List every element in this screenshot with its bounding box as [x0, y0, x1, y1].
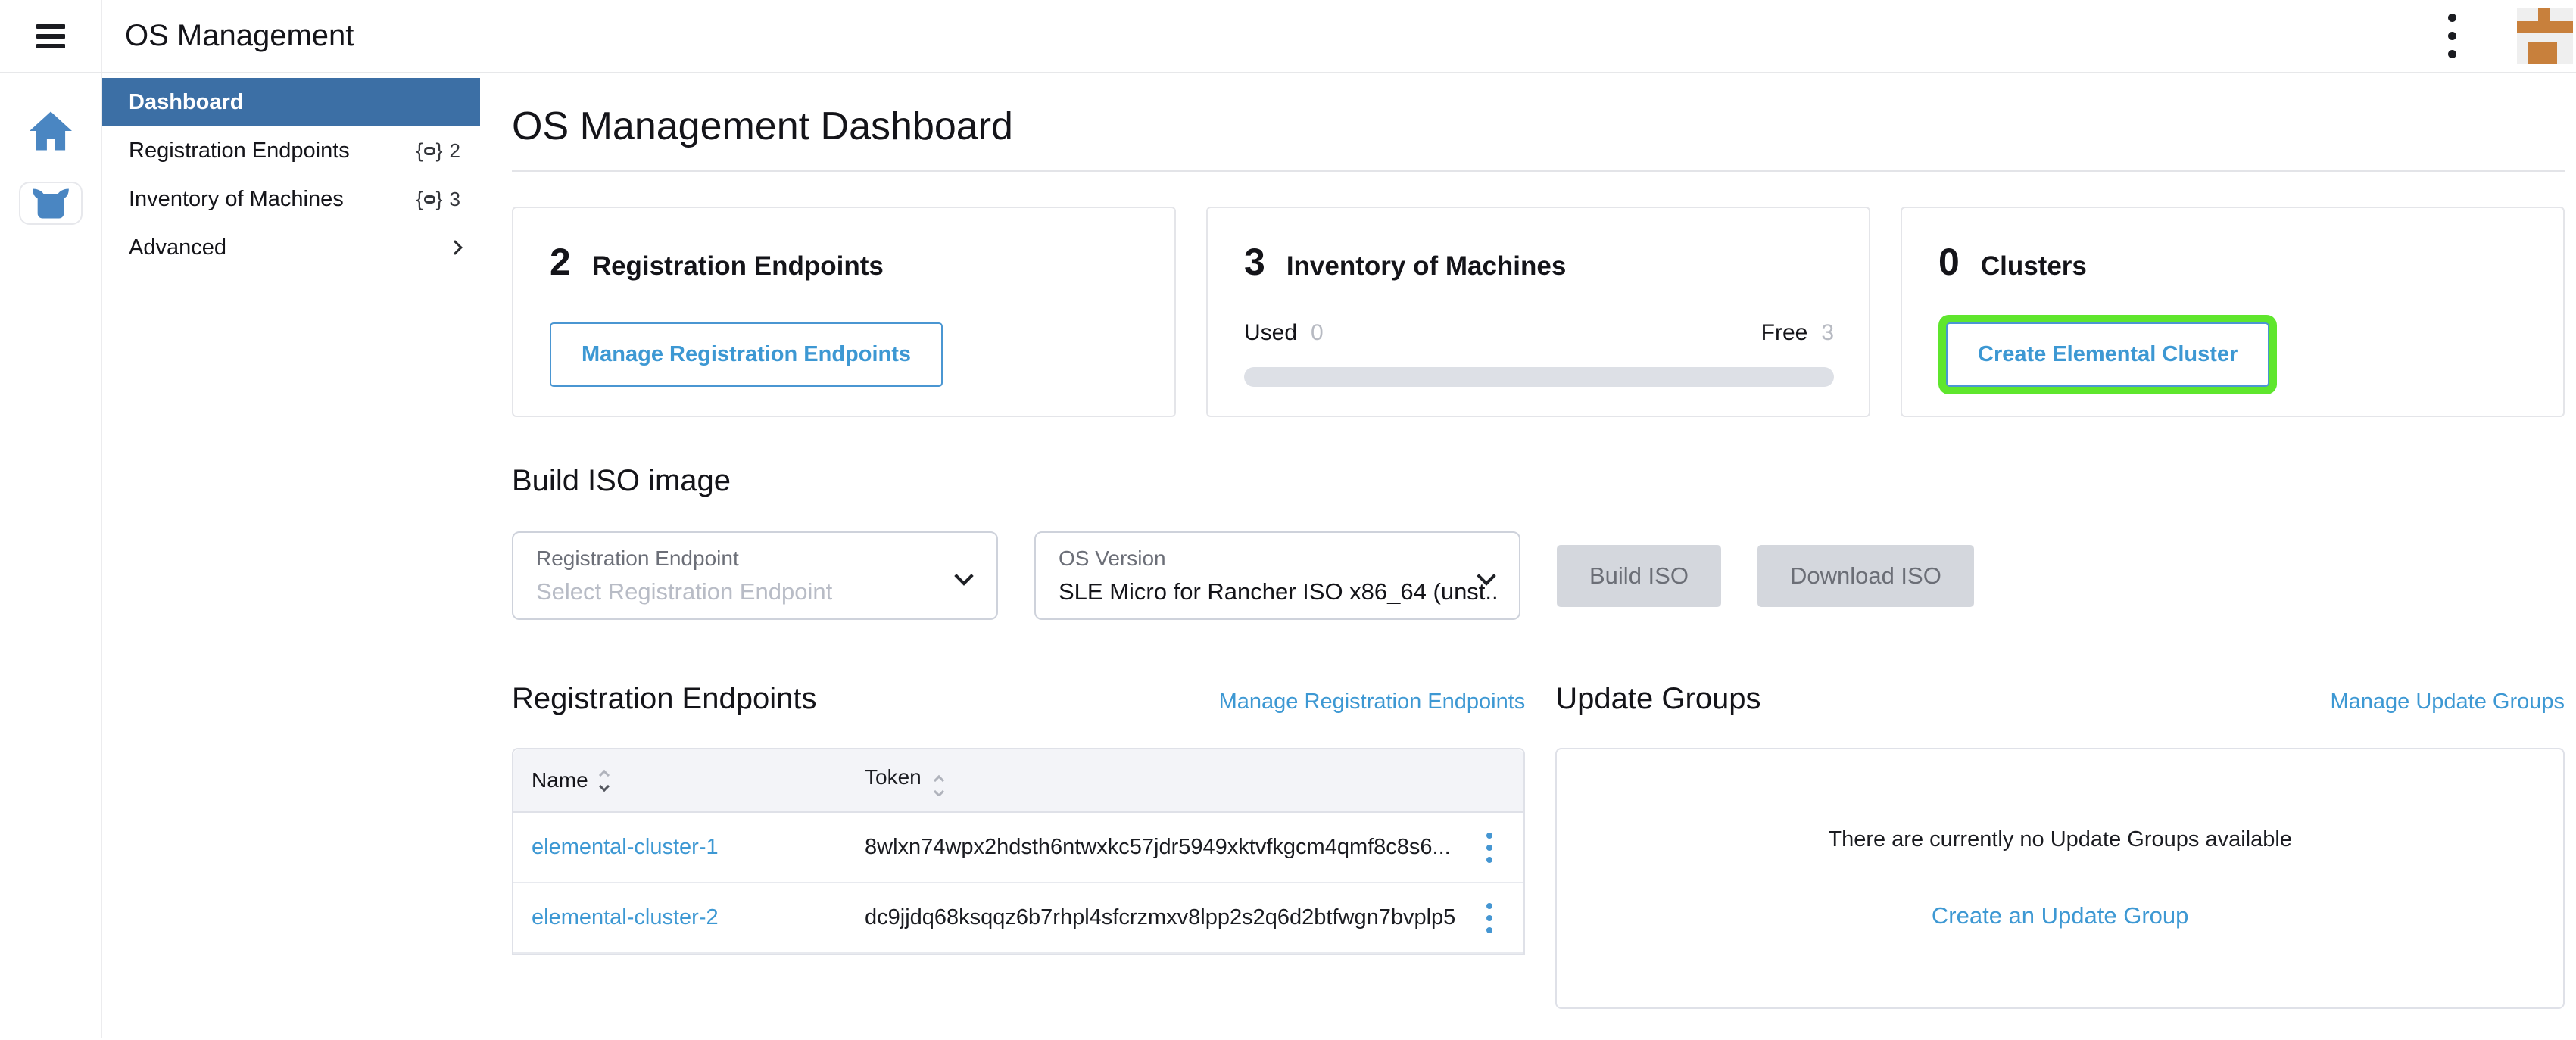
hamburger-menu-icon: [36, 24, 65, 48]
icon-rail: [0, 73, 102, 1038]
endpoint-token: dc9jjdq68ksqqz6b7rhpl4sfcrzmxv8lpp2s2q6d…: [865, 905, 1455, 930]
download-iso-button[interactable]: Download ISO: [1757, 545, 1974, 607]
usage-progress-bar: [1244, 367, 1834, 387]
select-placeholder: Select Registration Endpoint: [536, 578, 974, 606]
table-row: elemental-cluster-1 8wlxn74wpx2hdsth6ntw…: [513, 813, 1523, 883]
update-groups-panel: There are currently no Update Groups ava…: [1555, 748, 2565, 1009]
os-version-select[interactable]: OS Version SLE Micro for Rancher ISO x86…: [1034, 531, 1520, 620]
divider: [512, 170, 2565, 172]
build-iso-title: Build ISO image: [512, 464, 2565, 498]
row-actions-kebab-icon[interactable]: [1480, 897, 1499, 939]
manage-update-groups-link[interactable]: Manage Update Groups: [2330, 690, 2565, 715]
sidebar-item-inventory-of-machines[interactable]: Inventory of Machines 3: [102, 175, 480, 223]
table-row: elemental-cluster-2 dc9jjdq68ksqqz6b7rhp…: [513, 883, 1523, 954]
free-label: Free: [1761, 320, 1808, 345]
count-badge: 3: [416, 188, 460, 211]
card-count: 2: [550, 240, 571, 284]
create-elemental-cluster-button[interactable]: Create Elemental Cluster: [1946, 322, 2269, 387]
select-label: Registration Endpoint: [536, 546, 974, 571]
sidebar-item-label: Dashboard: [129, 90, 243, 115]
main-content: OS Management Dashboard 2 Registration E…: [480, 73, 2576, 1038]
sidebar-item-label: Inventory of Machines: [129, 187, 344, 212]
select-label: OS Version: [1059, 546, 1496, 571]
brand-logo[interactable]: [2517, 8, 2573, 64]
sidebar-item-advanced[interactable]: Advanced: [102, 223, 480, 272]
card-title: Clusters: [1981, 251, 2087, 282]
chevron-right-icon: [448, 240, 463, 255]
inventory-of-machines-card: 3 Inventory of Machines Used 0 Free 3: [1206, 207, 1870, 417]
update-groups-empty-text: There are currently no Update Groups ava…: [1828, 827, 2292, 852]
page-title: OS Management Dashboard: [512, 104, 2565, 149]
kebab-menu-icon[interactable]: [2437, 6, 2467, 66]
sidebar-item-label: Advanced: [129, 235, 226, 260]
column-header-token: Token: [865, 765, 922, 789]
manage-registration-endpoints-button[interactable]: Manage Registration Endpoints: [550, 322, 943, 387]
card-count: 3: [1244, 240, 1265, 284]
create-update-group-link[interactable]: Create an Update Group: [1932, 902, 2189, 929]
registration-endpoints-table: Name Token elemental-cluster-1 8wlxn74wp…: [512, 748, 1525, 955]
count-icon: [416, 188, 442, 211]
elemental-bull-icon: [31, 187, 70, 220]
endpoint-token: 8wlxn74wpx2hdsth6ntwxkc57jdr5949xktvfkgc…: [865, 835, 1455, 860]
registration-endpoints-title: Registration Endpoints: [512, 682, 816, 716]
registration-endpoints-card: 2 Registration Endpoints Manage Registra…: [512, 207, 1176, 417]
registration-endpoint-select[interactable]: Registration Endpoint Select Registratio…: [512, 531, 998, 620]
update-groups-title: Update Groups: [1555, 682, 1760, 716]
manage-registration-endpoints-link[interactable]: Manage Registration Endpoints: [1219, 690, 1526, 715]
build-iso-button[interactable]: Build ISO: [1557, 545, 1721, 607]
update-groups-section: Update Groups Manage Update Groups There…: [1555, 682, 2565, 1009]
table-header: Name Token: [513, 749, 1523, 813]
sort-icon[interactable]: [935, 777, 943, 796]
registration-endpoints-section: Registration Endpoints Manage Registrati…: [512, 682, 1525, 1009]
card-count: 0: [1938, 240, 1960, 284]
sidebar-item-label: Registration Endpoints: [129, 139, 350, 163]
app-title: OS Management: [125, 19, 354, 53]
count-icon: [416, 139, 442, 163]
sidebar-item-dashboard[interactable]: Dashboard: [102, 78, 480, 126]
card-title: Inventory of Machines: [1286, 251, 1567, 282]
sidebar-item-registration-endpoints[interactable]: Registration Endpoints 2: [102, 126, 480, 175]
select-value: SLE Micro for Rancher ISO x86_64 (unst..…: [1059, 578, 1496, 606]
card-title: Registration Endpoints: [592, 251, 884, 282]
used-value: 0: [1311, 320, 1324, 345]
used-label: Used: [1244, 320, 1297, 345]
clusters-card: 0 Clusters Create Elemental Cluster: [1901, 207, 2565, 417]
os-management-extension-button[interactable]: [19, 182, 83, 225]
summary-cards: 2 Registration Endpoints Manage Registra…: [512, 207, 2565, 417]
endpoint-name-link[interactable]: elemental-cluster-1: [532, 835, 719, 860]
top-bar: OS Management: [0, 0, 2576, 73]
sidebar: Dashboard Registration Endpoints 2 Inven…: [102, 73, 480, 1038]
machine-usage: Used 0 Free 3: [1244, 320, 1834, 387]
hamburger-menu-button[interactable]: [0, 0, 102, 72]
home-icon[interactable]: [27, 110, 74, 156]
row-actions-kebab-icon[interactable]: [1480, 827, 1499, 869]
count-badge: 2: [416, 139, 460, 163]
endpoint-name-link[interactable]: elemental-cluster-2: [532, 905, 719, 930]
build-iso-section: Build ISO image Registration Endpoint Se…: [512, 464, 2565, 620]
free-value: 3: [1821, 320, 1834, 345]
column-header-name: Name: [532, 768, 588, 792]
sort-icon[interactable]: [600, 771, 608, 790]
